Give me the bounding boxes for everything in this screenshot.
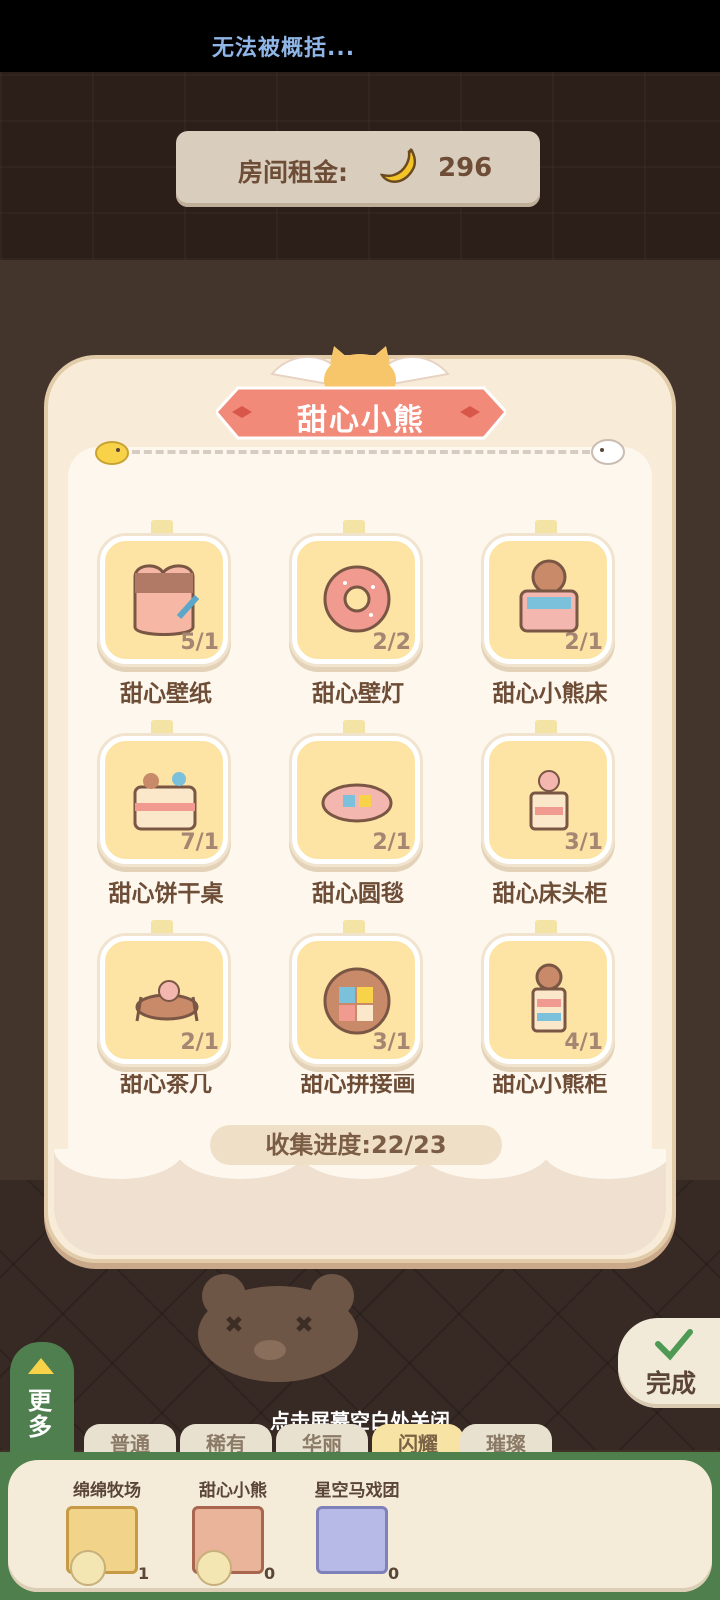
item-name: 甜心小熊柜 (492, 1074, 608, 1097)
item-name: 甜心小熊床 (492, 681, 608, 707)
tray-panel: 绵绵牧场 1 甜心小熊 0 星空马戏团 0 (8, 1460, 712, 1592)
patchwork-painting-icon (323, 967, 391, 1035)
item-card[interactable]: 2/1 甜心圆毯 (278, 716, 438, 907)
collection-count: 0 (388, 1564, 400, 1583)
wallpaper-icon (133, 564, 200, 636)
item-tile: 4/1 (484, 936, 612, 1064)
item-tile: 3/1 (292, 936, 420, 1064)
collection-tray: 绵绵牧场 1 甜心小熊 0 星空马戏团 0 (0, 1452, 720, 1600)
status-title: 无法被概括... (212, 36, 356, 61)
set-title: 甜心小熊 (297, 403, 425, 438)
item-name: 甜心床头柜 (492, 881, 608, 907)
more-button[interactable]: 更多 (10, 1342, 74, 1456)
rent-display: 房间租金: 296 (176, 131, 540, 207)
item-tile: 2/1 (292, 736, 420, 864)
magnifier-icon[interactable] (196, 1550, 232, 1586)
item-card[interactable]: 5/1 甜心壁纸 (86, 516, 246, 707)
divider (132, 450, 590, 454)
item-name: 甜心壁纸 (120, 681, 212, 707)
collection-set-item[interactable]: 星空马戏团 0 (302, 1460, 412, 1590)
item-tile: 3/1 (484, 736, 612, 864)
rent-amount: 296 (438, 153, 493, 183)
item-name: 甜心茶几 (120, 1074, 212, 1097)
box-icon (316, 1506, 388, 1574)
banana-icon (379, 147, 417, 183)
item-tile: 2/1 (484, 536, 612, 664)
yellow-bird-icon (95, 441, 129, 465)
collection-set-item[interactable]: 绵绵牧场 1 (52, 1460, 162, 1590)
arrow-up-icon (28, 1358, 54, 1374)
item-count: 4/1 (564, 1030, 603, 1055)
tea-table-icon (135, 980, 199, 1022)
clipped-names-row: 甜心茶几 甜心拼接画 甜心小熊柜 (0, 1074, 660, 1102)
done-button[interactable]: 完成 (618, 1318, 720, 1408)
item-card[interactable]: 2/2 甜心壁灯 (278, 516, 438, 707)
item-count: 2/2 (372, 630, 411, 655)
rent-label: 房间租金: (238, 158, 348, 187)
cake-table-icon (133, 772, 197, 831)
item-card[interactable]: 3/1 (278, 916, 438, 1086)
nightstand-icon (529, 770, 569, 831)
bear-face-icon (198, 1274, 358, 1382)
magnifier-icon[interactable] (70, 1550, 106, 1586)
item-name: 甜心饼干桌 (108, 881, 224, 907)
status-bar: 无法被概括... (0, 0, 720, 72)
donut-lamp-icon (323, 565, 391, 633)
item-tile: 7/1 (100, 736, 228, 864)
item-count: 2/1 (372, 830, 411, 855)
item-card[interactable]: 4/1 (470, 916, 630, 1086)
item-count: 3/1 (564, 830, 603, 855)
collection-label: 绵绵牧场 (73, 1481, 141, 1501)
item-count: 7/1 (180, 830, 219, 855)
item-count: 2/1 (180, 1030, 219, 1055)
item-count: 3/1 (372, 1030, 411, 1055)
done-label: 完成 (646, 1369, 697, 1398)
item-card[interactable]: 3/1 甜心床头柜 (470, 716, 630, 907)
item-card[interactable]: 2/1 (86, 916, 246, 1086)
item-card[interactable]: 7/1 甜心饼干桌 (86, 716, 246, 907)
white-bird-icon (591, 439, 625, 465)
item-tile: 2/2 (292, 536, 420, 664)
set-title-ribbon: 甜心小熊 (216, 382, 506, 446)
bear-cabinet-icon (531, 963, 567, 1033)
item-tile: 2/1 (100, 936, 228, 1064)
bear-bed-icon (519, 559, 579, 633)
check-icon (655, 1329, 693, 1361)
collection-label: 星空马戏团 (314, 1481, 400, 1501)
item-name: 甜心壁灯 (312, 681, 404, 707)
collection-count: 1 (138, 1564, 150, 1583)
collection-label: 甜心小熊 (199, 1481, 267, 1501)
item-name: 甜心圆毯 (312, 881, 404, 907)
round-rug-icon (321, 783, 393, 823)
item-count: 2/1 (564, 630, 603, 655)
item-tile: 5/1 (100, 536, 228, 664)
item-count: 5/1 (180, 630, 219, 655)
collection-progress: 收集进度:22/23 (210, 1125, 502, 1165)
item-name: 甜心拼接画 (300, 1074, 416, 1097)
collection-set-item[interactable]: 甜心小熊 0 (178, 1460, 288, 1590)
item-card[interactable]: 2/1 甜心小熊床 (470, 516, 630, 707)
collection-count: 0 (264, 1564, 276, 1583)
